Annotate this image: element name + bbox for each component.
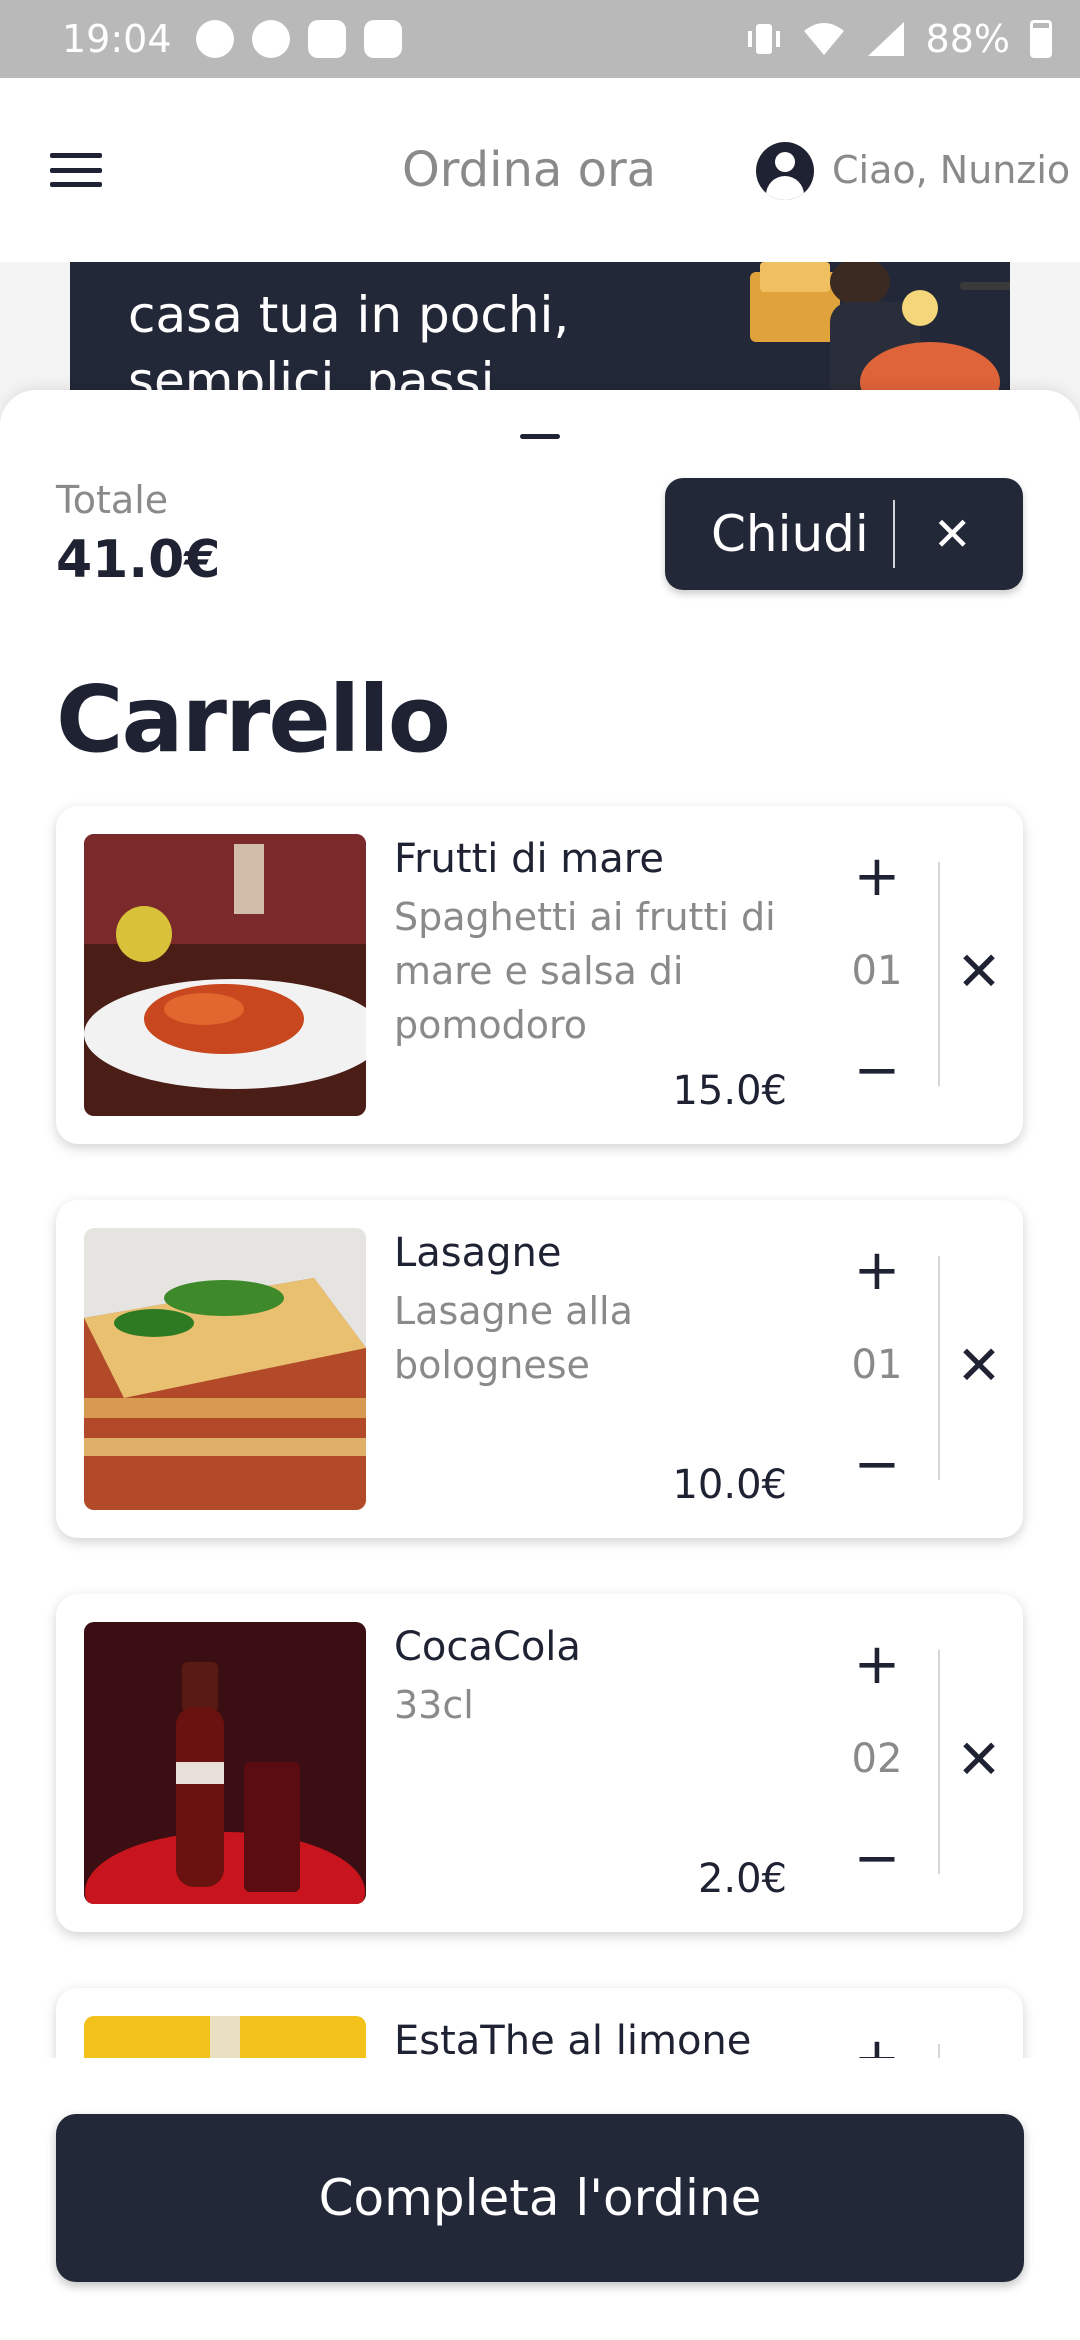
increase-quantity-button[interactable]: + [853, 844, 901, 909]
remove-item-icon[interactable]: ✕ [951, 1728, 1007, 1791]
account-icon[interactable] [756, 142, 814, 200]
item-image [84, 1622, 366, 1904]
status-time: 19:04 [62, 17, 172, 61]
user-greeting[interactable]: Ciao, Nunzio [832, 148, 1070, 192]
app-icon [251, 20, 290, 58]
remove-item-icon[interactable]: ✕ [951, 940, 1007, 1003]
increase-quantity-button[interactable]: + [853, 2026, 901, 2058]
close-button-divider [893, 500, 895, 568]
increase-quantity-button[interactable]: + [853, 1238, 901, 1303]
delivery-rider-image [750, 262, 1010, 402]
decrease-quantity-button[interactable]: − [853, 1038, 901, 1103]
item-description: Spaghetti ai frutti di mare e salsa di p… [394, 895, 776, 1047]
close-button[interactable]: Chiudi ✕ [665, 478, 1023, 590]
whatsapp-icon [195, 20, 234, 58]
cart-title: Carrello [56, 666, 451, 773]
total-label: Totale [56, 478, 169, 522]
item-description: 33cl [394, 1683, 474, 1727]
app-bar: Ordina ora Ciao, Nunzio [0, 78, 1080, 262]
instagram-icon [363, 20, 402, 58]
cart-item: EstaThe al limone + [56, 1988, 1023, 2058]
decrease-quantity-button[interactable]: − [853, 1432, 901, 1497]
cart-item: CocaCola 33cl 2.0€ + 02 − ✕ [56, 1594, 1023, 1932]
item-name: EstaThe al limone [394, 2018, 752, 2058]
card-divider [938, 862, 940, 1086]
item-quantity: 02 [851, 1736, 903, 1782]
item-name: Lasagne [394, 1230, 562, 1276]
item-image [84, 1228, 366, 1510]
total-value: 41.0€ [56, 530, 221, 590]
notification-icons [195, 20, 402, 58]
close-button-label: Chiudi [711, 505, 869, 563]
vibrate-icon [747, 24, 780, 54]
item-quantity: 01 [851, 948, 903, 994]
decrease-quantity-button[interactable]: − [853, 1826, 901, 1891]
status-bar: 19:04 88% [0, 0, 1080, 78]
item-name: Frutti di mare [394, 836, 664, 882]
card-divider [938, 1256, 940, 1480]
system-icons: 88% [746, 17, 1052, 61]
close-icon: ✕ [933, 507, 972, 561]
cart-item: Lasagne Lasagne alla bolognese 10.0€ + 0… [56, 1200, 1023, 1538]
promo-banner: casa tua in pochi, semplici, passi [70, 262, 1010, 402]
cart-sheet: Totale 41.0€ Chiudi ✕ Carrello Frutti di… [0, 390, 1080, 2340]
complete-order-button[interactable]: Completa l'ordine [56, 2114, 1024, 2282]
menu-icon[interactable] [50, 153, 102, 187]
battery-icon [1030, 20, 1052, 58]
sheet-drag-handle[interactable] [520, 434, 560, 439]
banner-text: casa tua in pochi, semplici, passi [128, 286, 570, 402]
cart-items-list[interactable]: Frutti di mare Spaghetti ai frutti di ma… [0, 790, 1080, 2058]
card-divider [938, 1650, 940, 1874]
item-name: CocaCola [394, 1624, 581, 1670]
youtube-icon [307, 20, 346, 58]
item-image [84, 834, 366, 1116]
remove-item-icon[interactable]: ✕ [951, 1334, 1007, 1397]
item-image [84, 2016, 366, 2058]
item-price: 10.0€ [672, 1462, 787, 1508]
signal-icon [867, 22, 904, 56]
cart-item: Frutti di mare Spaghetti ai frutti di ma… [56, 806, 1023, 1144]
item-description: Lasagne alla bolognese [394, 1289, 633, 1387]
card-divider [938, 2044, 940, 2058]
increase-quantity-button[interactable]: + [853, 1632, 901, 1697]
page-title: Ordina ora [402, 142, 657, 198]
battery-percent: 88% [925, 17, 1010, 61]
wifi-icon [803, 23, 844, 55]
item-price: 2.0€ [697, 1856, 787, 1902]
item-quantity: 01 [851, 1342, 903, 1388]
item-price: 15.0€ [672, 1068, 787, 1114]
